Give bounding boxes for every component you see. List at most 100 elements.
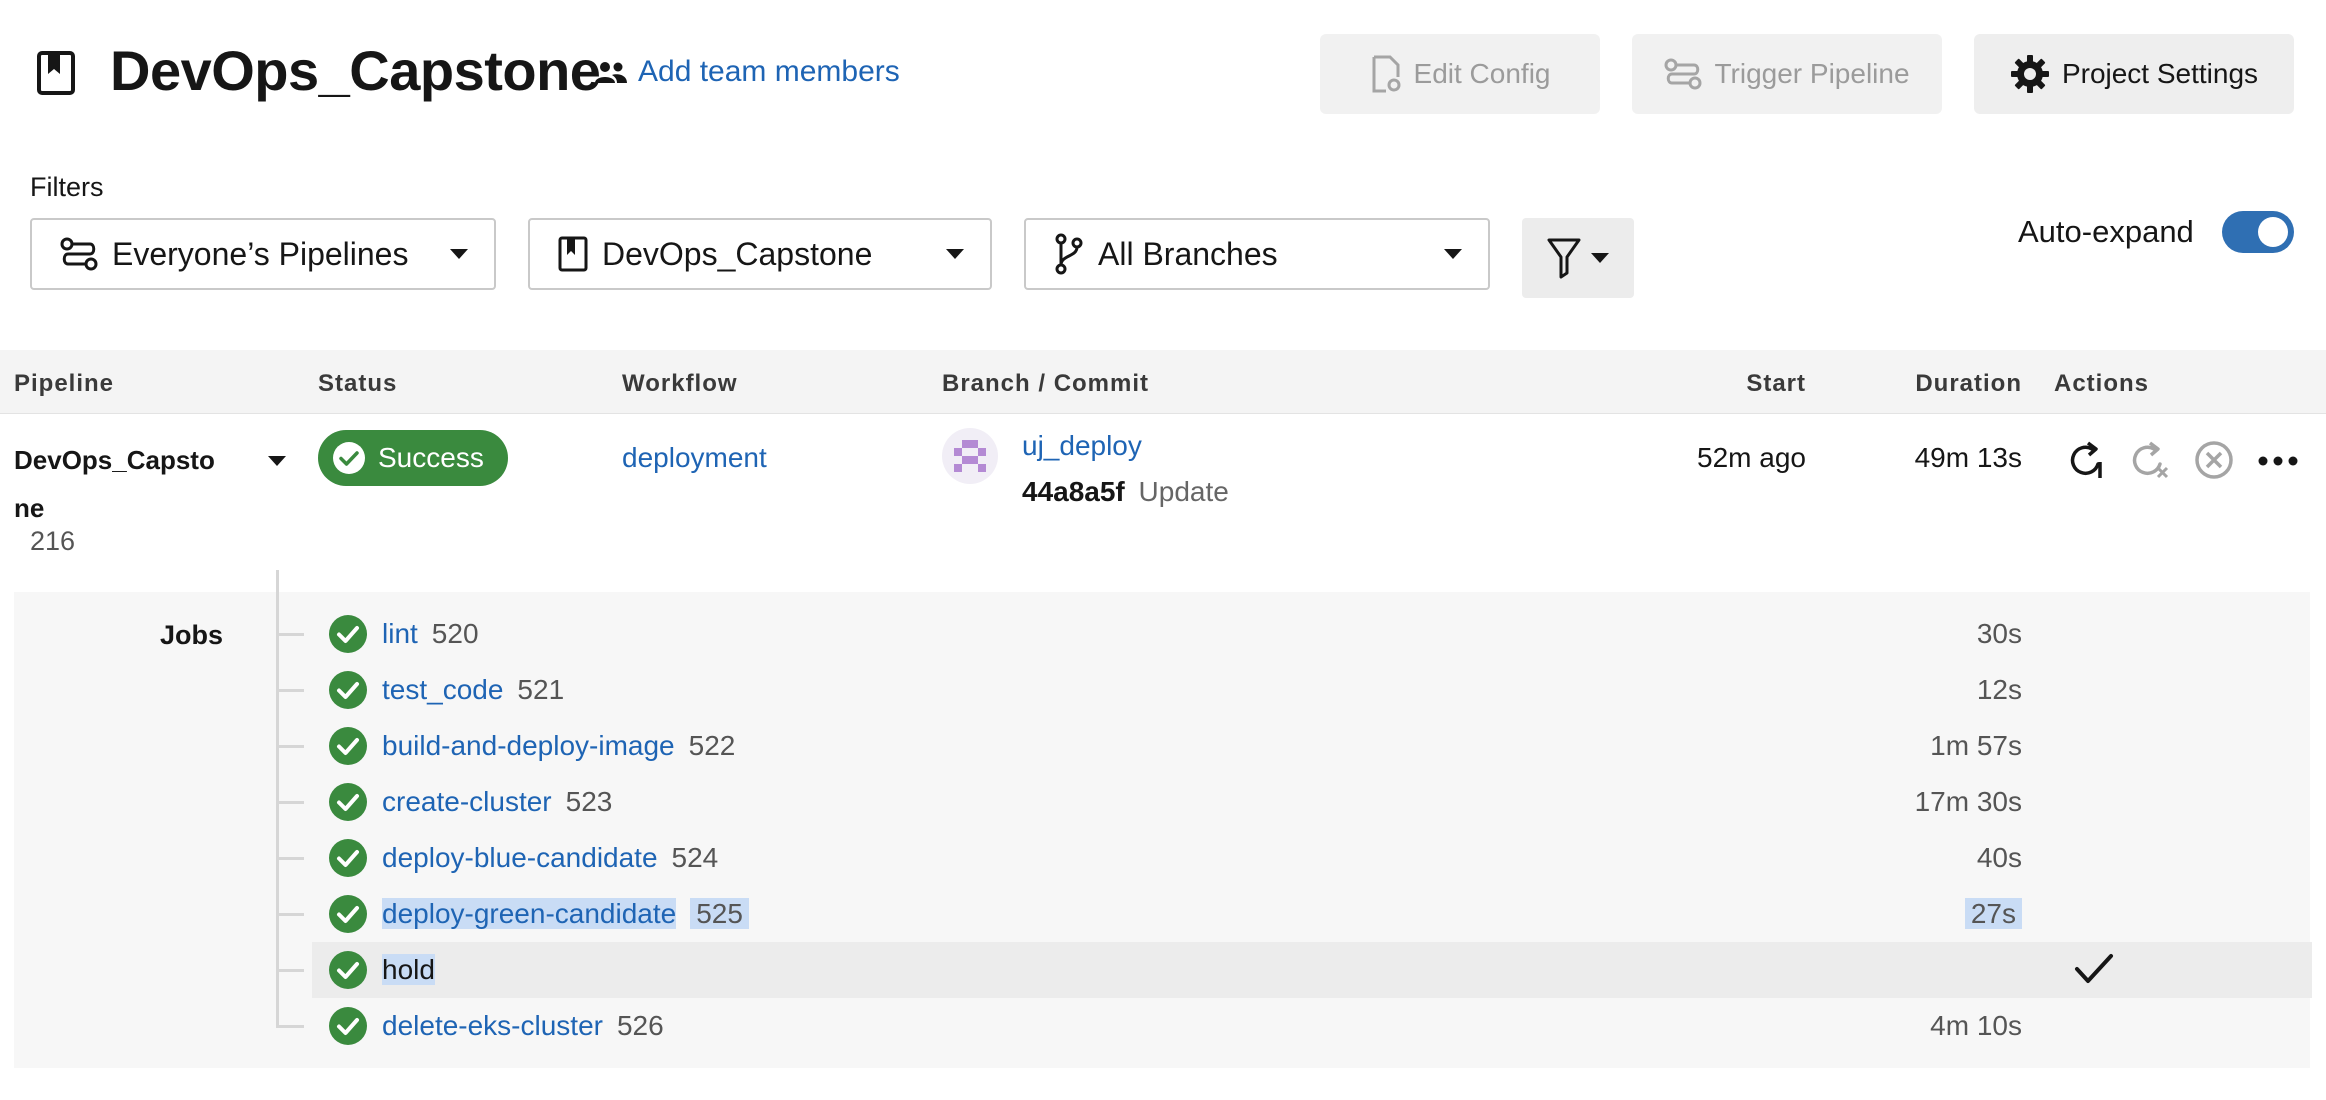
check-circle-icon xyxy=(328,894,368,934)
check-circle-icon xyxy=(328,614,368,654)
pipeline-name-line2: ne xyxy=(14,493,45,523)
job-duration: 40s xyxy=(1976,842,2022,873)
column-header-status: Status xyxy=(318,370,398,397)
job-name-link[interactable]: deploy-blue-candidate xyxy=(382,842,658,873)
check-circle-icon xyxy=(328,950,368,990)
column-header-duration: Duration xyxy=(1915,370,2022,397)
column-header-start: Start xyxy=(1746,370,1806,397)
chevron-down-icon xyxy=(946,249,964,259)
tree-branch-line xyxy=(276,801,304,804)
branch-link[interactable]: uj_deploy xyxy=(1022,430,1142,462)
more-icon[interactable] xyxy=(2258,456,2298,466)
project-bookmark-icon xyxy=(36,50,76,96)
edit-config-button[interactable]: Edit Config xyxy=(1320,34,1600,114)
job-number: 521 xyxy=(517,674,565,705)
job-name-link[interactable]: lint xyxy=(382,618,418,649)
branch-filter-select[interactable]: All Branches xyxy=(1024,218,1490,290)
project-settings-button[interactable]: Project Settings xyxy=(1974,34,2294,114)
add-team-members-link[interactable]: Add team members xyxy=(594,55,900,89)
job-duration: 12s xyxy=(1976,674,2022,705)
project-title: DevOps_Capstone xyxy=(110,39,601,102)
file-gear-icon xyxy=(1370,55,1402,93)
auto-expand-label: Auto-expand xyxy=(2018,214,2194,249)
job-name-link[interactable]: create-cluster xyxy=(382,786,552,817)
job-name-link[interactable]: deploy-green-candidate xyxy=(382,898,677,929)
column-header-workflow: Workflow xyxy=(622,370,738,397)
chevron-down-icon xyxy=(1591,253,1609,263)
avatar xyxy=(942,428,998,484)
job-number: 525 xyxy=(690,898,749,929)
trigger-pipeline-button[interactable]: Trigger Pipeline xyxy=(1632,34,1942,114)
chevron-down-icon xyxy=(1444,249,1462,259)
tree-branch-line xyxy=(276,745,304,748)
job-duration: 17m 30s xyxy=(1914,786,2022,817)
trigger-pipeline-label: Trigger Pipeline xyxy=(1714,58,1910,89)
job-name-link[interactable]: build-and-deploy-image xyxy=(382,730,675,761)
job-name-link[interactable]: test_code xyxy=(382,674,503,705)
tree-branch-line xyxy=(276,969,304,972)
job-name-link[interactable]: delete-eks-cluster xyxy=(382,1010,603,1041)
job-row-delete-eks-cluster: delete-eks-cluster 526 4m 10s xyxy=(0,998,2326,1054)
tree-branch-line xyxy=(276,857,304,860)
tree-branch-line xyxy=(276,689,304,692)
status-badge[interactable]: Success xyxy=(318,430,508,486)
job-duration: 1m 57s xyxy=(1930,730,2022,761)
rerun-failed-icon[interactable] xyxy=(2130,440,2170,480)
column-header-actions: Actions xyxy=(2054,370,2150,397)
check-circle-icon xyxy=(328,838,368,878)
pipeline-name-link[interactable]: DevOps_Capsto ne xyxy=(14,436,274,532)
job-row-deploy-blue-candidate: deploy-blue-candidate 524 40s xyxy=(0,830,2326,886)
pipeline-icon xyxy=(1664,58,1702,90)
job-number: 520 xyxy=(431,618,479,649)
pipelines-filter-value: Everyone’s Pipelines xyxy=(112,235,409,272)
check-circle-icon xyxy=(328,782,368,822)
job-row-test-code: test_code 521 12s xyxy=(0,662,2326,718)
people-icon xyxy=(594,60,628,84)
add-team-members-label: Add team members xyxy=(638,55,900,88)
column-header-pipeline: Pipeline xyxy=(14,370,115,397)
pipeline-start-time: 52m ago xyxy=(1697,442,1806,473)
tree-branch-line xyxy=(276,913,304,916)
commit-info[interactable]: 44a8a5f Update xyxy=(1022,476,1229,508)
gear-icon xyxy=(2010,54,2050,94)
commit-hash: 44a8a5f xyxy=(1022,476,1125,507)
branch-filter-value: All Branches xyxy=(1098,235,1278,272)
pipeline-number: 216 xyxy=(30,526,76,556)
project-filter-select[interactable]: DevOps_Capstone xyxy=(528,218,992,290)
bookmark-icon xyxy=(558,236,588,272)
approve-check-icon[interactable] xyxy=(2074,952,2114,986)
workflow-link[interactable]: deployment xyxy=(622,442,767,474)
filters-label: Filters xyxy=(30,172,104,202)
auto-expand-toggle[interactable] xyxy=(2222,211,2294,253)
job-number: 524 xyxy=(671,842,719,873)
expand-chevron-icon[interactable] xyxy=(268,456,286,466)
job-name-hold[interactable]: hold xyxy=(382,954,435,985)
job-row-create-cluster: create-cluster 523 17m 30s xyxy=(0,774,2326,830)
job-row-deploy-green-candidate: deploy-green-candidate 525 27s xyxy=(0,886,2326,942)
toggle-knob xyxy=(2258,217,2288,247)
job-row-build-and-deploy-image: build-and-deploy-image 522 1m 57s xyxy=(0,718,2326,774)
project-filter-value: DevOps_Capstone xyxy=(602,235,873,272)
chevron-down-icon xyxy=(450,249,468,259)
pipelines-filter-select[interactable]: Everyone’s Pipelines xyxy=(30,218,496,290)
job-row-lint: lint 520 30s xyxy=(0,606,2326,662)
job-number: 523 xyxy=(565,786,613,817)
pipeline-name-line1: DevOps_Capsto xyxy=(14,445,215,475)
filter-icon xyxy=(1547,237,1581,279)
branch-icon xyxy=(1054,233,1084,275)
status-label: Success xyxy=(378,442,484,473)
advanced-filter-button[interactable] xyxy=(1522,218,1634,298)
job-row-hold-content: hold xyxy=(0,942,2326,998)
cancel-icon[interactable] xyxy=(2194,440,2234,480)
job-duration: 4m 10s xyxy=(1930,1010,2022,1041)
job-duration-value: 27s xyxy=(1964,898,2022,929)
project-settings-label: Project Settings xyxy=(2061,58,2259,89)
pipeline-icon xyxy=(60,237,98,271)
column-header-branch-commit: Branch / Commit xyxy=(942,370,1150,397)
rerun-icon[interactable] xyxy=(2068,440,2106,480)
pipeline-duration: 49m 13s xyxy=(1914,442,2022,473)
check-circle-icon xyxy=(332,441,366,475)
job-number: 522 xyxy=(688,730,736,761)
job-duration: 27s xyxy=(1880,898,2022,930)
tree-branch-line xyxy=(276,633,304,636)
